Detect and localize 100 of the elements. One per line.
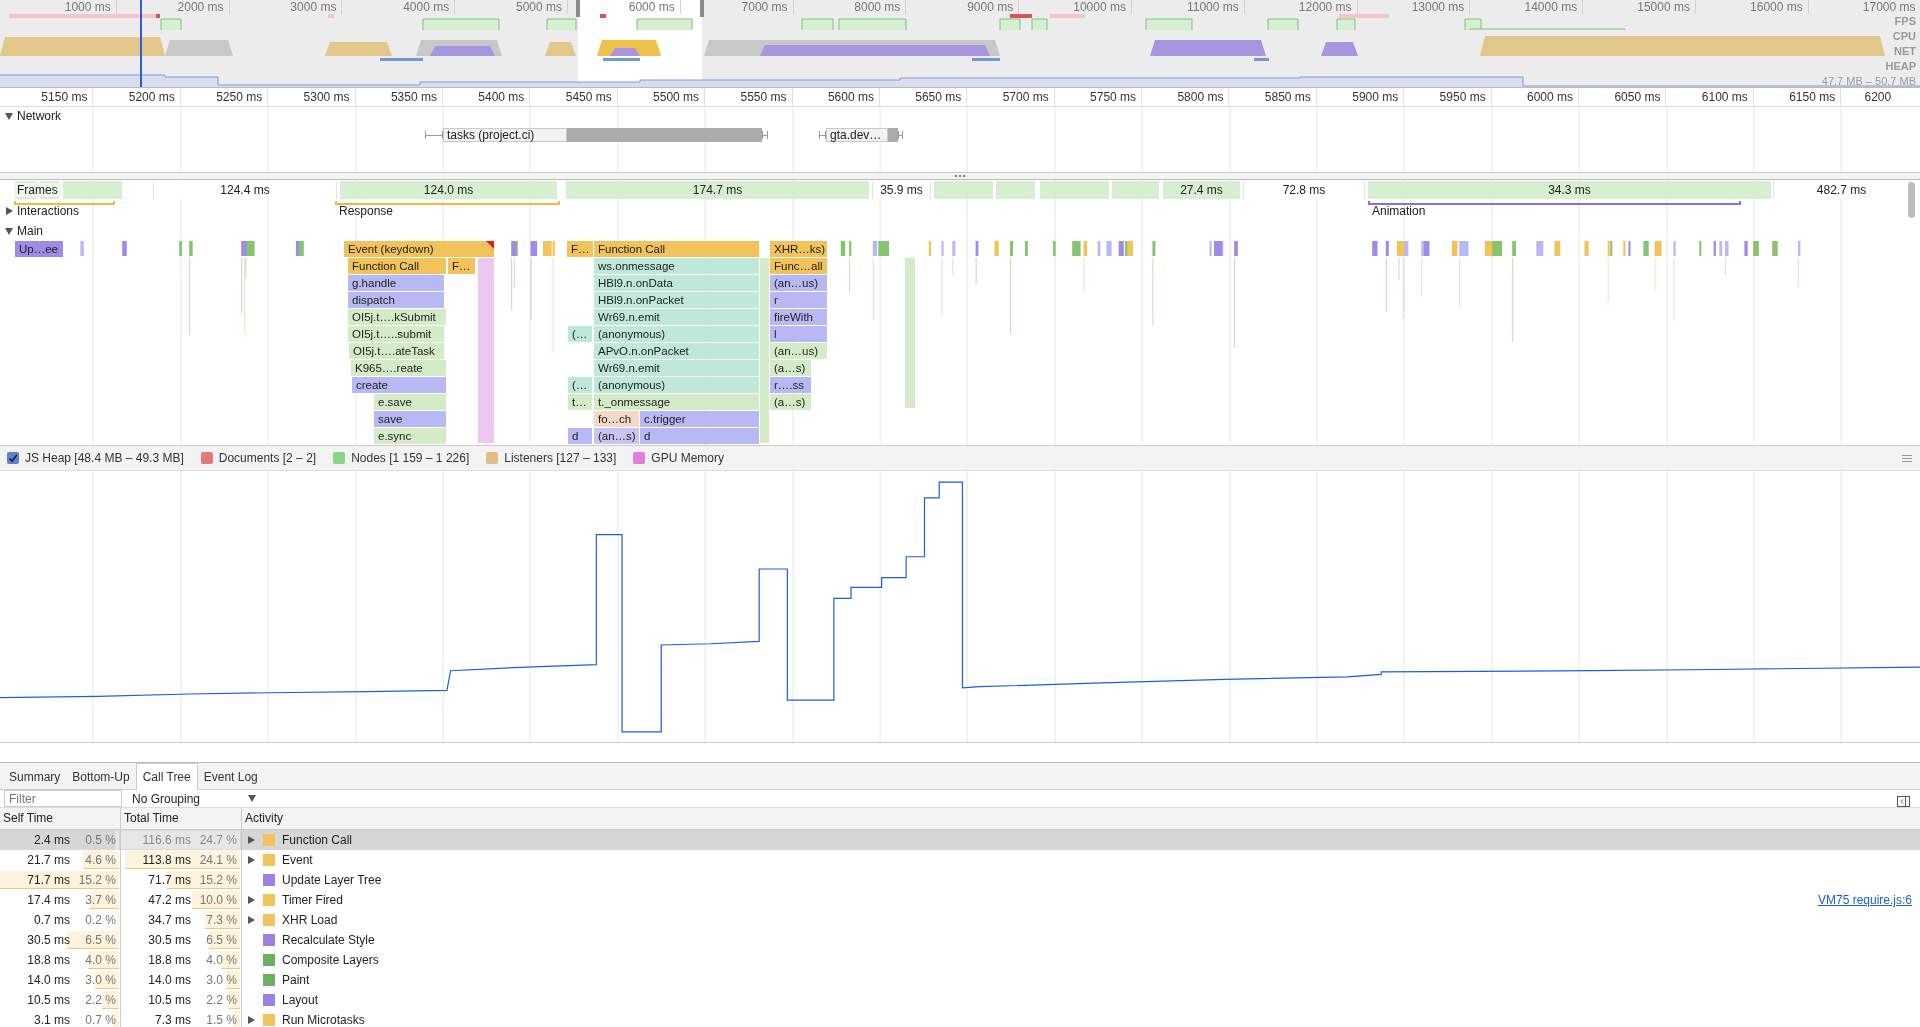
selection-handle[interactable] [576,0,580,17]
call-block[interactable]: fireWith [770,309,827,325]
call-block[interactable]: fo…ch [594,411,639,427]
call-block[interactable]: HBl9.n.onData [594,275,759,291]
table-row[interactable]: 3.1 ms 0.7 % 7.3 ms 1.5 % Run Microtasks [0,1010,1920,1027]
call-block[interactable]: g.handle [348,275,444,291]
call-block[interactable]: l [770,326,827,342]
activity-name: Update Layer Tree [282,873,382,887]
call-block[interactable]: r [770,292,827,308]
expand-arrow-icon[interactable] [248,1016,255,1024]
legend-label[interactable]: Listeners [127 – 133] [504,451,617,465]
call-block[interactable]: XHR…ks) [770,241,827,257]
call-block[interactable]: e.save [374,394,446,410]
call-block[interactable]: HBl9.n.onPacket [594,292,759,308]
tab[interactable]: Event Log [197,763,264,790]
collapse-arrow-icon[interactable] [5,227,13,235]
track-title[interactable]: Interactions [17,204,80,218]
table-row[interactable]: 17.4 ms 3.7 % 47.2 ms 10.0 % Timer Fired VM75 require.js:6 [0,890,1920,910]
time-value: 17.4 ms [26,893,70,907]
call-block[interactable]: (an…us) [770,343,827,359]
call-block[interactable]: r….ss [770,377,811,393]
percent-value: 24.7 % [198,833,237,847]
call-block[interactable]: t._onmessage [594,394,759,410]
selection-handle[interactable] [700,0,704,17]
tab[interactable]: Call Tree [135,763,198,790]
interaction-label[interactable]: Response [339,204,394,218]
track-title[interactable]: Network [17,109,61,123]
call-block[interactable]: save [374,411,446,427]
resize-grip-icon[interactable] [954,174,966,178]
filter-field[interactable]: Filter [4,790,122,807]
call-block[interactable]: OI5j.t….kSubmit [348,309,446,325]
call-block[interactable]: (a…s) [770,360,811,376]
call-block[interactable]: dispatch [348,292,444,308]
call-block[interactable]: e.sync [374,428,446,444]
legend-checkbox[interactable] [633,452,646,464]
call-block[interactable]: Event (keydown) [344,241,494,257]
tab[interactable]: Summary [3,763,67,790]
call-block[interactable]: (anonymous) [594,377,759,393]
track-label: HEAP [1885,60,1916,73]
activity-name: Run Microtasks [282,1013,365,1027]
call-block[interactable]: (anonymous) [594,326,759,342]
call-block[interactable]: (an…us) [770,275,827,291]
legend-checkbox[interactable] [333,452,346,464]
table-row[interactable]: 71.7 ms 15.2 % 71.7 ms 15.2 % Update Layer Tree [0,870,1920,890]
call-block[interactable]: c.trigger [640,411,759,427]
percent-value: 0.2 % [84,913,116,927]
call-block[interactable]: Func…all [770,258,827,274]
call-block[interactable]: K965….reate [351,360,446,376]
table-row[interactable]: 30.5 ms 6.5 % 30.5 ms 6.5 % Recalculate Style [0,930,1920,950]
tab[interactable]: Bottom-Up [66,763,136,790]
collapse-arrow-icon[interactable] [5,112,13,120]
table-row[interactable]: 0.7 ms 0.2 % 34.7 ms 7.3 % XHR Load [0,910,1920,930]
call-block[interactable]: OI5j.t….ateTask [349,343,444,359]
time-tick: 5450 ms [565,90,612,104]
call-block[interactable]: (an…s) [594,428,639,444]
expand-arrow-icon[interactable] [248,916,255,924]
track-title[interactable]: Main [17,224,43,238]
source-link[interactable]: VM75 require.js:6 [1817,893,1912,907]
legend-label[interactable]: JS Heap [48.4 MB – 49.3 MB] [25,451,184,465]
column-header[interactable]: Self Time [0,807,121,830]
call-block[interactable]: Wr69.n.emit [594,360,759,376]
expand-arrow-icon[interactable] [248,896,255,904]
table-row[interactable]: 21.7 ms 4.6 % 113.8 ms 24.1 % Event [0,850,1920,870]
call-block[interactable]: (… [568,326,592,342]
call-block[interactable]: d [568,428,592,444]
interaction-label[interactable]: Animation [1372,204,1426,218]
percent-value: 24.1 % [198,853,237,867]
drag-handle-icon[interactable] [1902,455,1912,462]
call-block[interactable]: d [640,428,759,444]
call-block[interactable]: Up…ee [15,241,63,257]
call-block[interactable]: F… [567,241,593,257]
call-block[interactable]: (a…s) [770,394,811,410]
call-block[interactable]: Wr69.n.emit [594,309,759,325]
expand-arrow-icon[interactable] [6,207,13,215]
call-block[interactable]: ws.onmessage [594,258,759,274]
legend-label[interactable]: Documents [2 – 2] [218,451,317,465]
call-block[interactable]: (… [568,377,592,393]
call-block[interactable]: Function Call [594,241,759,257]
table-row[interactable]: 10.5 ms 2.2 % 10.5 ms 2.2 % Layout [0,990,1920,1010]
expand-arrow-icon[interactable] [248,856,255,864]
column-header[interactable]: Total Time [121,807,242,830]
table-row[interactable]: 2.4 ms 0.5 % 116.6 ms 24.7 % Function Call [0,830,1920,850]
legend-label[interactable]: GPU Memory [651,451,724,465]
call-block[interactable]: Function Call [348,258,446,274]
call-block[interactable]: t… [568,394,592,410]
expand-arrow-icon[interactable] [248,836,255,844]
table-row[interactable]: 14.0 ms 3.0 % 14.0 ms 3.0 % Paint [0,970,1920,990]
track-title[interactable]: Frames [14,183,61,197]
legend-checkbox[interactable] [7,452,19,464]
call-block[interactable]: APvO.n.onPacket [594,343,759,359]
legend-checkbox[interactable] [200,452,213,464]
scrollbar-thumb[interactable] [1908,182,1915,218]
sidebar-toggle-icon[interactable] [1897,796,1910,807]
column-header[interactable]: Activity [242,807,1920,830]
call-block[interactable]: F… [448,258,475,274]
legend-checkbox[interactable] [486,452,499,464]
call-block[interactable]: create [352,377,446,393]
call-block[interactable]: OI5j.t…..submit [348,326,444,342]
table-row[interactable]: 18.8 ms 4.0 % 18.8 ms 4.0 % Composite Layers [0,950,1920,970]
legend-label[interactable]: Nodes [1 159 – 1 226] [351,451,470,465]
